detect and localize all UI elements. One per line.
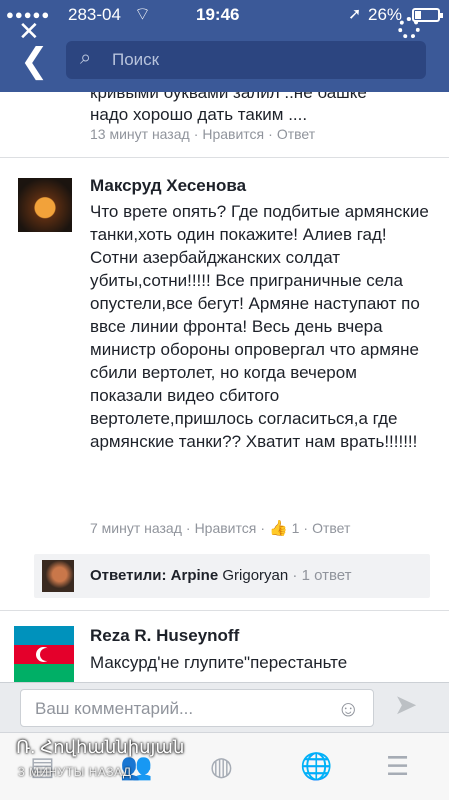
carrier-name: 283-04 xyxy=(68,5,121,24)
location-icon: ➚ xyxy=(348,6,362,23)
comment-meta: 13 минут назад · Нравится · Ответ xyxy=(90,126,316,142)
comment-text-line: надо хорошо дать таким .... xyxy=(90,105,308,124)
divider xyxy=(0,157,449,158)
replies-count: 1 ответ xyxy=(301,567,352,584)
comment-author[interactable]: Reza R. Huseynoff xyxy=(90,626,239,646)
messenger-icon[interactable]: ◍ xyxy=(210,753,233,779)
replies-summary[interactable]: Ответили: Arpine Grigoryan · 1 ответ xyxy=(34,554,430,598)
comment-input[interactable]: Ваш комментарий... ☺ xyxy=(20,689,374,727)
wifi-icon: ⌔ xyxy=(134,4,151,24)
top-bar: ●●●●● 283-04 ⌔ 19:46 ➚ 26% ✕ ❮ ⌕ Поиск xyxy=(0,0,449,92)
comment-time: 7 минут назад xyxy=(90,520,182,536)
settings-icon[interactable] xyxy=(398,17,420,39)
reply-link[interactable]: Ответ xyxy=(312,520,350,536)
comment-time: 13 минут назад xyxy=(90,126,190,142)
comment-composer: Ваш комментарий... ☺ ➤ xyxy=(0,682,449,732)
send-icon[interactable]: ➤ xyxy=(394,691,417,719)
replies-text: Ответили: Arpine Grigoryan · 1 ответ xyxy=(90,567,352,584)
overlay-time: 3 МИНУТЫ НАЗАД xyxy=(18,765,132,779)
like-link[interactable]: Нравится xyxy=(202,126,264,142)
search-placeholder: Поиск xyxy=(112,50,160,69)
status-time: 19:46 xyxy=(196,5,240,24)
reply-link[interactable]: Ответ xyxy=(277,126,315,142)
emoji-icon[interactable]: ☺ xyxy=(337,696,359,722)
comment-text: Максурд'не глупите"перестаньте xyxy=(90,653,348,672)
like-link[interactable]: Нравится xyxy=(195,520,257,536)
comment-author[interactable]: Максруд Хесенова xyxy=(90,176,246,196)
comment-meta: 7 минут назад · Нравится · 👍 1 · Ответ xyxy=(90,520,351,537)
like-icon: 👍 xyxy=(269,520,288,537)
battery-percent: 26% xyxy=(368,5,403,24)
globe-icon[interactable]: 🌐 xyxy=(300,753,332,779)
avatar[interactable] xyxy=(18,178,72,232)
comment-text: кривыми буквами залил ..не башке надо хо… xyxy=(90,92,430,126)
divider xyxy=(0,610,449,611)
comment-placeholder: Ваш комментарий... xyxy=(35,699,194,718)
replies-label: Ответили: xyxy=(90,567,167,584)
reply-author-name: Arpine xyxy=(170,567,219,584)
comment-text: Что врете опять? Где подбитые армянские … xyxy=(90,202,429,451)
overlay-name: Ռ. Հովհաննիսյան xyxy=(16,737,185,757)
avatar xyxy=(42,560,74,592)
status-bar: ●●●●● 283-04 ⌔ 19:46 ➚ 26% xyxy=(0,0,449,30)
reply-author-surname: Grigoryan xyxy=(222,567,289,584)
search-icon: ⌕ xyxy=(80,47,92,69)
back-icon[interactable]: ❮ xyxy=(20,44,49,78)
menu-icon[interactable]: ☰ xyxy=(386,753,409,779)
close-icon[interactable]: ✕ xyxy=(18,18,40,44)
avatar[interactable] xyxy=(14,626,74,682)
comment-text-partial: кривыми буквами залил ..не башке xyxy=(90,92,367,102)
search-input[interactable]: ⌕ Поиск xyxy=(66,41,426,79)
comments-feed[interactable]: кривыми буквами залил ..не башке надо хо… xyxy=(0,92,449,682)
